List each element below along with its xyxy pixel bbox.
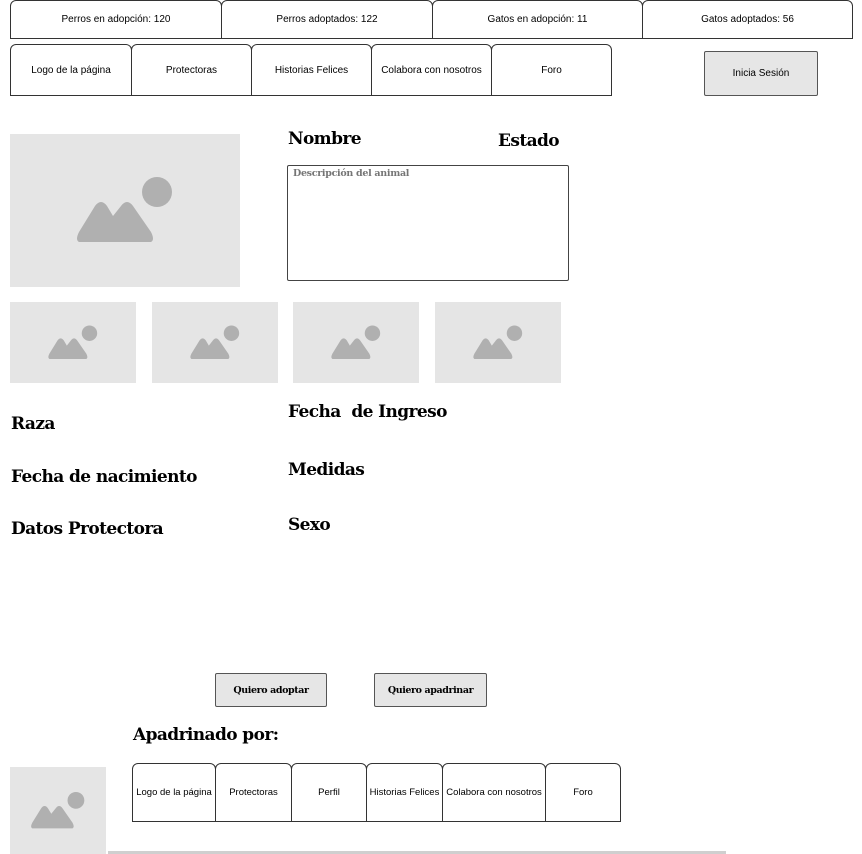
name-label: Nombre (288, 129, 362, 149)
image-placeholder-icon (48, 325, 98, 359)
login-button[interactable]: Inicia Sesión (704, 51, 818, 96)
status-label: Estado (498, 131, 560, 151)
birth-date-label: Fecha de nacimiento (11, 467, 197, 487)
footer-nav-tab-historias-felices[interactable]: Historias Felices (366, 763, 443, 822)
footer-nav-tab-perfil[interactable]: Perfil (291, 763, 367, 822)
sponsored-by-title: Apadrinado por: (133, 725, 279, 745)
adopt-button[interactable]: Quiero adoptar (215, 673, 327, 707)
stat-tab-dogs-for-adoption[interactable]: Perros en adopción: 120 (10, 0, 222, 39)
nav-tab-foro[interactable]: Foro (491, 44, 612, 96)
sponsor-avatar-image (10, 767, 106, 854)
nav-tab-historias-felices[interactable]: Historias Felices (251, 44, 372, 96)
image-placeholder-icon (331, 325, 381, 359)
footer-nav-tab-logo[interactable]: Logo de la página (132, 763, 216, 822)
sex-label: Sexo (288, 515, 331, 535)
image-placeholder-icon (31, 791, 85, 828)
measures-label: Medidas (288, 460, 365, 480)
nav-tab-protectoras[interactable]: Protectoras (131, 44, 252, 96)
image-placeholder-icon (77, 176, 172, 242)
nav-tab-colabora[interactable]: Colabora con nosotros (371, 44, 492, 96)
footer-nav-tab-colabora[interactable]: Colabora con nosotros (442, 763, 546, 822)
breed-label: Raza (11, 414, 55, 434)
stat-tab-cats-for-adoption[interactable]: Gatos en adopción: 11 (432, 0, 643, 39)
thumbnail-image-2[interactable] (152, 302, 278, 383)
footer-nav-tab-protectoras[interactable]: Protectoras (215, 763, 292, 822)
intake-date-label: Fecha de Ingreso (288, 402, 447, 422)
description-field[interactable] (287, 165, 569, 281)
footer-nav-tab-foro[interactable]: Foro (545, 763, 621, 822)
thumbnail-image-1[interactable] (10, 302, 136, 383)
main-animal-image (10, 134, 240, 287)
nav-tab-logo[interactable]: Logo de la página (10, 44, 132, 96)
stat-tab-dogs-adopted[interactable]: Perros adoptados: 122 (221, 0, 433, 39)
thumbnail-image-4[interactable] (435, 302, 561, 383)
stat-tab-cats-adopted[interactable]: Gatos adoptados: 56 (642, 0, 853, 39)
thumbnail-image-3[interactable] (293, 302, 419, 383)
sponsor-button[interactable]: Quiero apadrinar (374, 673, 487, 707)
image-placeholder-icon (473, 325, 523, 359)
image-placeholder-icon (190, 325, 240, 359)
shelter-data-label: Datos Protectora (11, 519, 164, 539)
